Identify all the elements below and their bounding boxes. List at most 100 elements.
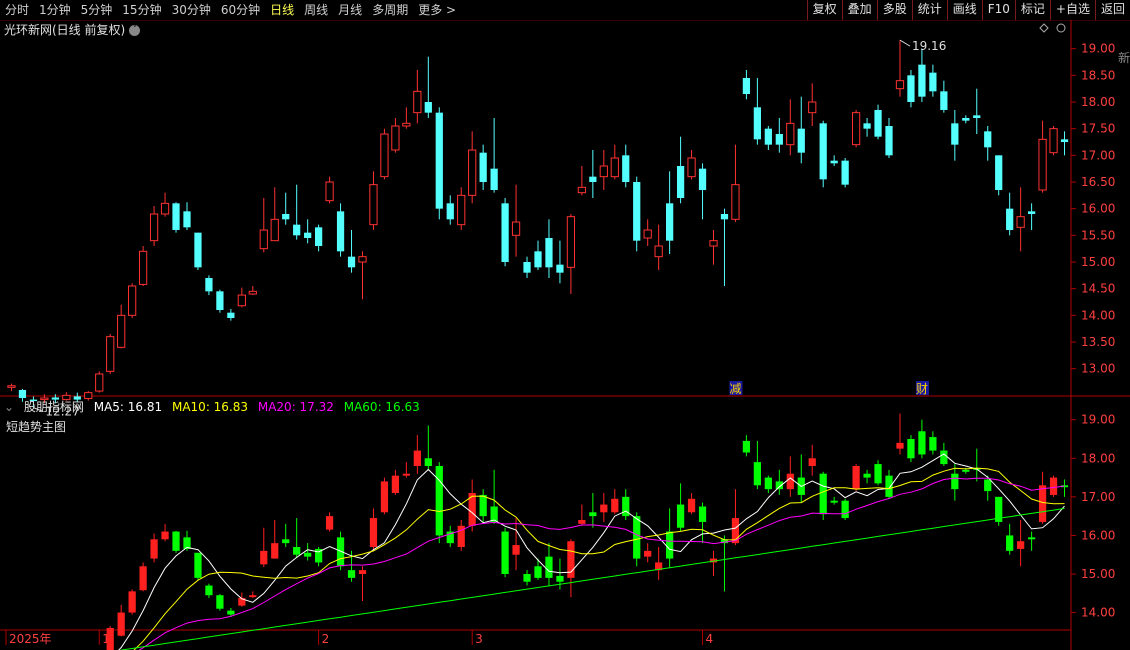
main-ytick-label-8: 15.00 xyxy=(1081,255,1115,269)
main-candle-body-59 xyxy=(654,245,663,258)
main-candle-body-19 xyxy=(216,291,224,310)
main-candle-body-83 xyxy=(918,64,926,97)
main-candle-body-87 xyxy=(962,118,970,121)
main-candle-body-91 xyxy=(1006,208,1014,230)
main-candle-body-42 xyxy=(468,149,477,196)
sub-candle-body-38 xyxy=(424,458,432,466)
sub-candle-body-24 xyxy=(271,543,279,559)
main-candle-body-43 xyxy=(479,152,487,182)
main-candle-body-21 xyxy=(237,294,246,307)
main-candle-body-27 xyxy=(304,232,312,238)
chevron-down-icon[interactable]: ˅ xyxy=(129,25,141,36)
sub-candle-body-91 xyxy=(1006,535,1014,551)
sub-candle-body-95 xyxy=(1049,477,1058,495)
main-ytick-label-7: 15.50 xyxy=(1081,228,1115,242)
sub-candle-body-20 xyxy=(227,610,235,615)
main-candle-body-93 xyxy=(1027,211,1036,214)
sub-candle-body-78 xyxy=(863,473,871,478)
sub-candle-body-46 xyxy=(512,545,520,555)
sub-candle-body-13 xyxy=(150,539,158,559)
sub-candle-body-55 xyxy=(611,498,619,513)
right-axis-fragment: 新 xyxy=(1118,50,1130,65)
main-ytick-label-2: 18.00 xyxy=(1081,95,1115,109)
main-candle-body-20 xyxy=(227,312,235,318)
main-candle-body-62 xyxy=(687,157,696,178)
sub-candle-body-69 xyxy=(764,477,772,490)
main-candle-body-48 xyxy=(534,251,542,268)
main-candle-body-39 xyxy=(435,112,443,209)
ma20-value: MA20: 17.32 xyxy=(257,400,334,414)
main-candle-body-41 xyxy=(457,194,466,226)
main-candle-body-24 xyxy=(270,218,279,242)
chart-title-text: 光环新网(日线 前复权) xyxy=(4,23,126,37)
x-label-0: 2025年 xyxy=(9,632,52,646)
main-candle-body-44 xyxy=(490,168,498,190)
x-label-2: 2 xyxy=(322,632,330,646)
chart-title: 光环新网(日线 前复权) ˅ xyxy=(4,21,141,38)
sub-candle-body-79 xyxy=(874,464,882,484)
indicator-bar: ⌄ 股朋指标网 MA5: 16.81 MA10: 16.83 MA20: 17.… xyxy=(4,398,426,415)
sub-candle-body-68 xyxy=(753,462,762,486)
main-candle-body-47 xyxy=(523,262,531,273)
sub-ytick-label-5: 14.00 xyxy=(1081,606,1115,620)
main-candle-body-34 xyxy=(380,133,389,178)
sub-ytick-label-1: 18.00 xyxy=(1081,451,1115,465)
main-candle-body-55 xyxy=(610,157,619,178)
ma10-value: MA10: 16.83 xyxy=(171,400,249,414)
x-label-3: 3 xyxy=(475,632,483,646)
main-candle-body-68 xyxy=(753,107,762,140)
sub-candle-body-14 xyxy=(161,531,169,540)
max-pointer xyxy=(899,39,911,47)
sub-candle-body-63 xyxy=(698,506,707,522)
sub-candle-body-10 xyxy=(117,612,125,636)
sub-ytick-label-2: 17.00 xyxy=(1081,490,1115,504)
sub-candle-body-17 xyxy=(194,552,202,578)
sub-ytick-label-0: 19.00 xyxy=(1081,413,1115,427)
main-candle-body-60 xyxy=(666,203,674,241)
main-candle-body-79 xyxy=(874,110,882,137)
main-ytick-label-9: 14.50 xyxy=(1081,282,1115,296)
sub-candle-body-35 xyxy=(391,475,400,493)
sub-candle-body-15 xyxy=(172,531,180,551)
max-price-label: 19.16 xyxy=(912,39,946,53)
sub-candle-body-27 xyxy=(304,552,312,557)
main-candle-body-58 xyxy=(643,229,652,239)
main-candle-body-45 xyxy=(501,203,509,262)
main-candle-body-57 xyxy=(633,182,641,241)
circle-dropdown-icon[interactable]: ⌄ xyxy=(4,400,14,414)
main-candle-body-13 xyxy=(149,213,159,242)
sub-candle-body-62 xyxy=(687,498,696,513)
sub-candle-body-47 xyxy=(523,574,531,582)
sub-candle-body-60 xyxy=(666,531,674,559)
sub-candle-body-71 xyxy=(786,473,794,490)
main-candle-body-16 xyxy=(183,211,191,228)
main-candle-body-72 xyxy=(797,128,805,153)
sub-candle-body-73 xyxy=(808,458,816,466)
indicator-name[interactable]: 股朋指标网 xyxy=(24,400,84,414)
main-candle-body-36 xyxy=(402,122,411,127)
sub-candle-body-9 xyxy=(106,628,114,650)
sub-candle-body-22 xyxy=(249,595,257,598)
main-candle-body-40 xyxy=(446,203,454,220)
sub-candle-body-39 xyxy=(435,466,443,536)
diamond-icon xyxy=(1039,23,1049,33)
main-ytick-label-3: 17.50 xyxy=(1081,122,1115,136)
sub-candle-body-33 xyxy=(369,518,378,547)
main-candle-body-23 xyxy=(259,229,268,250)
main-candle-body-70 xyxy=(775,134,783,145)
sub-candle-body-83 xyxy=(918,431,926,455)
main-candle-body-77 xyxy=(851,112,861,146)
main-candle-body-89 xyxy=(984,131,992,148)
sub-candle-body-75 xyxy=(830,500,838,503)
sub-candle-body-92 xyxy=(1017,541,1025,549)
main-candle-body-32 xyxy=(358,256,367,263)
sub-candle-body-93 xyxy=(1027,537,1036,540)
indicator-subtitle: 短趋势主图 xyxy=(6,420,67,434)
sub-candle-body-48 xyxy=(534,566,542,578)
sub-candle-body-76 xyxy=(841,500,849,519)
main-ytick-label-1: 18.50 xyxy=(1081,68,1115,82)
main-candle-body-9 xyxy=(106,336,115,372)
sub-candle-body-58 xyxy=(644,550,652,557)
main-candle-body-95 xyxy=(1049,128,1058,154)
sub-candle-body-54 xyxy=(600,504,608,513)
